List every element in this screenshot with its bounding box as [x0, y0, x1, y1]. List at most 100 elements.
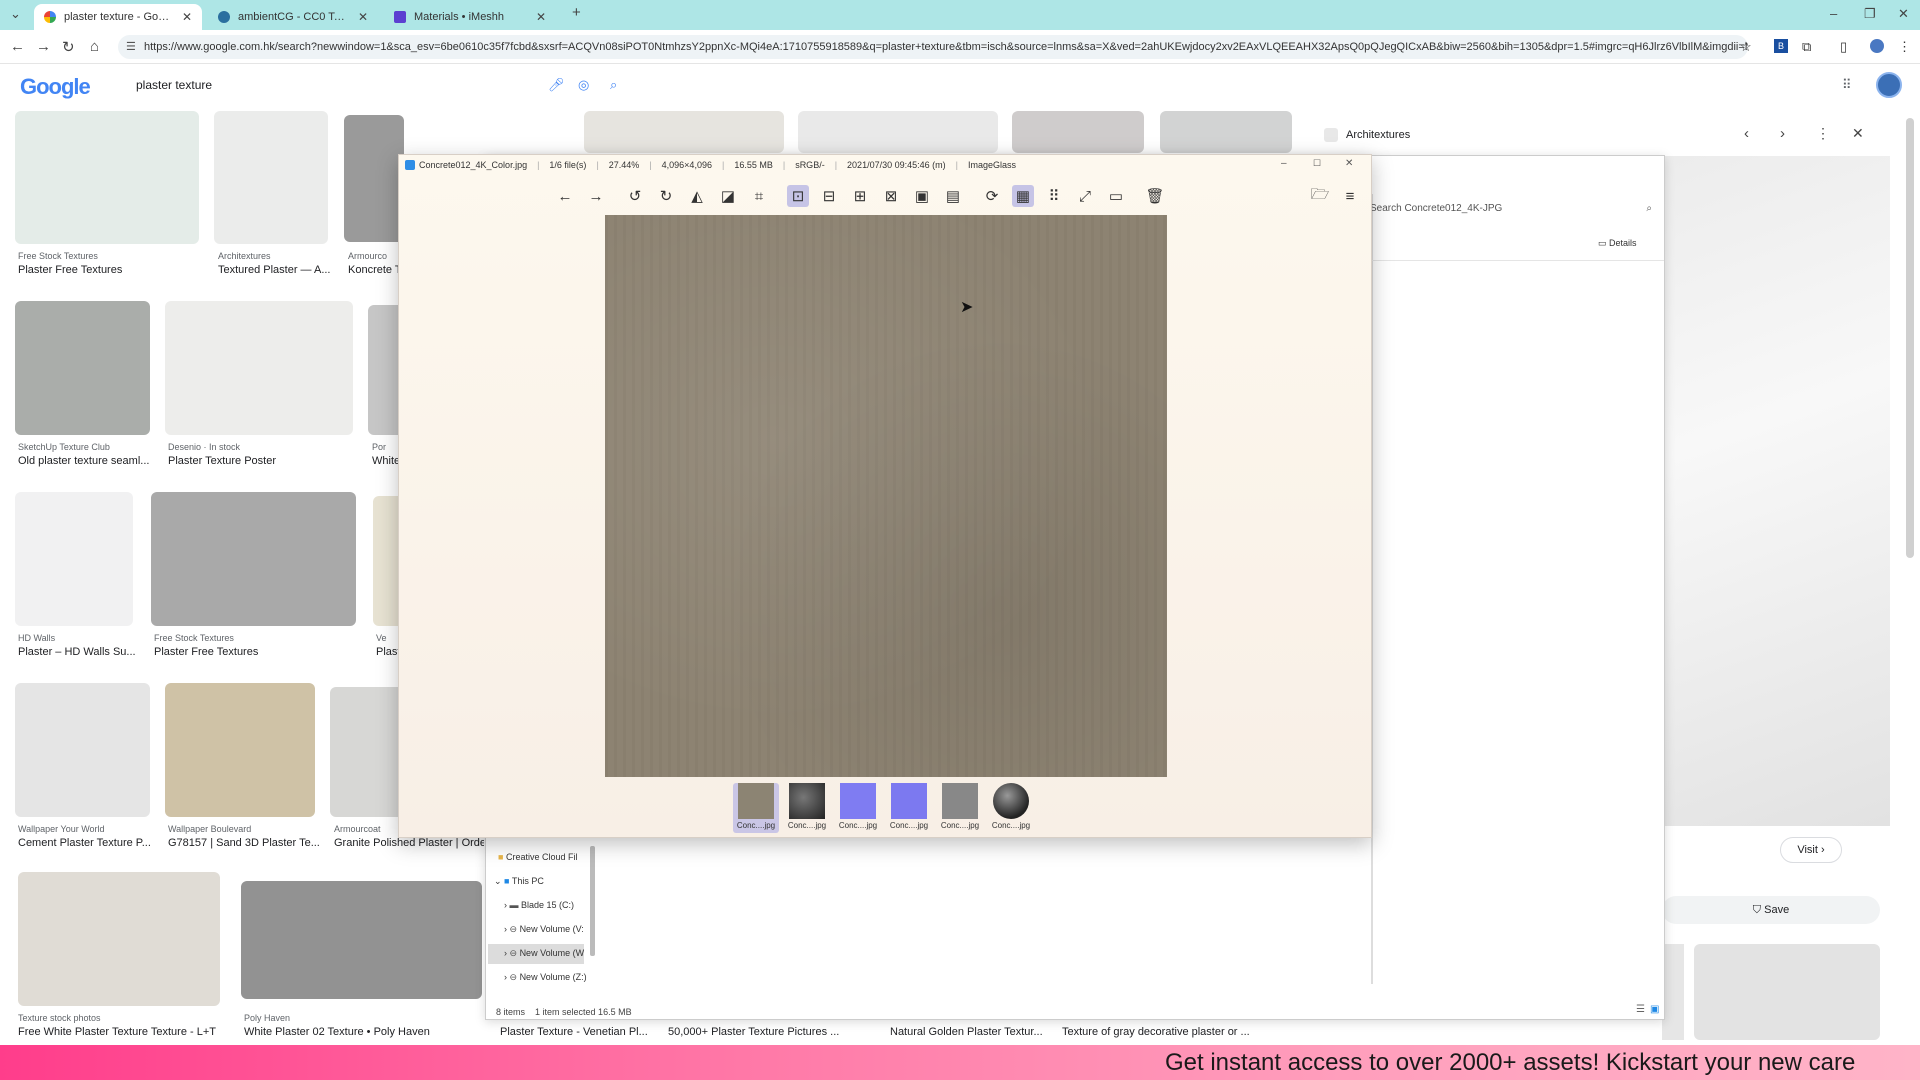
- details-button[interactable]: ▭ Details: [1598, 238, 1637, 249]
- minimize-icon[interactable]: –: [1830, 6, 1837, 21]
- scale-to-fill-icon[interactable]: ▤: [942, 185, 964, 207]
- profile-avatar[interactable]: [1870, 39, 1884, 53]
- auto-zoom-icon[interactable]: ⊡: [787, 185, 809, 207]
- microphone-icon[interactable]: 🎤︎: [548, 77, 565, 93]
- tree-item-drive-v[interactable]: › ⊖ New Volume (V:: [504, 924, 584, 935]
- gallery-thumbnail-1[interactable]: Conc....jpg: [733, 783, 779, 833]
- main-menu-icon[interactable]: ≡: [1339, 185, 1361, 207]
- gallery-thumbnail-6[interactable]: Conc....jpg: [988, 783, 1034, 833]
- result-thumbnail[interactable]: [165, 683, 315, 817]
- back-icon[interactable]: ←: [10, 38, 25, 55]
- refresh-icon[interactable]: ⟳: [981, 185, 1003, 207]
- gallery-thumbnail-4[interactable]: Conc....jpg: [886, 783, 932, 833]
- result-thumbnail[interactable]: [18, 872, 220, 1006]
- tab-google-search[interactable]: plaster texture - Google Search ✕: [34, 4, 202, 30]
- ig-maximize-icon[interactable]: ☐: [1313, 158, 1321, 169]
- next-icon[interactable]: ›: [1780, 125, 1785, 142]
- result-thumbnail[interactable]: [1160, 111, 1292, 153]
- result-title[interactable]: G78157 | Sand 3D Plaster Te...: [168, 837, 328, 849]
- new-tab-button[interactable]: +: [572, 4, 581, 21]
- result-thumbnail[interactable]: [165, 301, 353, 435]
- tree-item-creative-cloud[interactable]: ■ Creative Cloud Fil: [498, 852, 577, 862]
- restore-icon[interactable]: ❐: [1864, 6, 1876, 22]
- scale-width-icon[interactable]: ⊞: [849, 185, 871, 207]
- flip-horizontal-icon[interactable]: ◭: [686, 185, 708, 207]
- result-title[interactable]: Old plaster texture seaml...: [18, 455, 158, 467]
- result-title[interactable]: Texture of gray decorative plaster or ..…: [1062, 1026, 1262, 1038]
- result-title[interactable]: Free White Plaster Texture Texture - L+T: [18, 1026, 238, 1038]
- list-view-icon[interactable]: ☰: [1636, 1004, 1645, 1015]
- gallery-toggle-icon[interactable]: ▦: [1012, 185, 1034, 207]
- scale-to-fit-icon[interactable]: ▣: [911, 185, 933, 207]
- tree-item-this-pc[interactable]: ⌄ ■ This PC: [494, 876, 544, 887]
- result-title[interactable]: Koncrete T: [348, 264, 403, 276]
- result-title[interactable]: White Plaster 02 Texture • Poly Haven: [244, 1026, 484, 1038]
- tab-ambientcg[interactable]: ambientCG - CC0 Textures, HD ✕: [208, 4, 378, 30]
- browser-menu-icon[interactable]: ⋮: [1898, 39, 1911, 55]
- gallery-thumbnail-5[interactable]: Conc....jpg: [937, 783, 983, 833]
- result-thumbnail[interactable]: [15, 683, 150, 817]
- tree-item-drive-z[interactable]: › ⊖ New Volume (Z:): [504, 972, 587, 983]
- result-title[interactable]: Granite Polished Plaster | Order: [334, 837, 484, 849]
- result-title[interactable]: Plaster – HD Walls Su...: [18, 646, 148, 658]
- result-title[interactable]: Plaster Free Textures: [154, 646, 354, 658]
- result-title[interactable]: Natural Golden Plaster Textur...: [890, 1026, 1050, 1038]
- save-button[interactable]: ⛉ Save: [1662, 896, 1880, 924]
- result-title[interactable]: Textured Plaster — A...: [218, 264, 330, 276]
- panel-site-name[interactable]: Architextures: [1346, 129, 1410, 141]
- scale-height-icon[interactable]: ⊠: [880, 185, 902, 207]
- lens-icon[interactable]: ◎: [578, 77, 589, 93]
- address-bar[interactable]: ☰ https://www.google.com.hk/search?newwi…: [118, 35, 1748, 59]
- result-thumbnail[interactable]: [241, 881, 482, 999]
- rotate-left-icon[interactable]: ↺: [624, 185, 646, 207]
- gallery-thumbnail-2[interactable]: Conc....jpg: [784, 783, 830, 833]
- related-thumbnail[interactable]: [1662, 944, 1684, 1040]
- close-tab-icon[interactable]: ✕: [536, 10, 546, 24]
- explorer-search-box[interactable]: Search Concrete012_4K-JPG ⌕: [1364, 196, 1664, 220]
- visit-button[interactable]: Visit ›: [1780, 837, 1842, 863]
- forward-icon[interactable]: →: [36, 38, 51, 55]
- result-title[interactable]: Cement Plaster Texture P...: [18, 837, 158, 849]
- result-thumbnail[interactable]: [330, 687, 404, 817]
- close-tab-icon[interactable]: ✕: [358, 10, 368, 24]
- previous-icon[interactable]: ‹: [1744, 125, 1749, 142]
- concrete-texture-image[interactable]: [605, 215, 1167, 777]
- slideshow-icon[interactable]: ▭: [1105, 185, 1127, 207]
- rotate-right-icon[interactable]: ↻: [655, 185, 677, 207]
- reload-icon[interactable]: ↻: [62, 38, 75, 56]
- tab-search-icon[interactable]: ⌄: [10, 6, 21, 22]
- close-window-icon[interactable]: ✕: [1898, 6, 1909, 22]
- result-thumbnail[interactable]: [798, 111, 998, 153]
- result-thumbnail[interactable]: [15, 301, 150, 435]
- apps-grid-icon[interactable]: ⠿: [1842, 77, 1852, 93]
- result-thumbnail[interactable]: [15, 492, 133, 626]
- result-thumbnail[interactable]: [584, 111, 784, 153]
- google-search-box[interactable]: plaster texture: [124, 69, 644, 101]
- side-panel-icon[interactable]: ▯: [1840, 39, 1847, 55]
- next-image-icon[interactable]: →: [585, 185, 607, 207]
- extension-icon[interactable]: B: [1774, 39, 1788, 53]
- search-icon[interactable]: ⌕: [610, 77, 617, 93]
- result-title[interactable]: Plaster Free Textures: [18, 264, 198, 276]
- ig-minimize-icon[interactable]: –: [1281, 158, 1287, 169]
- site-info-icon[interactable]: ☰: [126, 40, 136, 53]
- google-logo[interactable]: Google: [20, 74, 91, 100]
- result-thumbnail[interactable]: [214, 111, 328, 244]
- tree-item-drive-c[interactable]: › ▬ Blade 15 (C:): [504, 900, 574, 910]
- tree-scrollbar[interactable]: [590, 846, 595, 956]
- open-file-icon[interactable]: 🗁︎: [1309, 185, 1331, 207]
- more-options-icon[interactable]: ⋮: [1816, 125, 1830, 142]
- extensions-puzzle-icon[interactable]: ⧉: [1802, 39, 1811, 55]
- tree-item-drive-w[interactable]: › ⊖ New Volume (W: [504, 948, 584, 959]
- related-thumbnail[interactable]: [1694, 944, 1880, 1040]
- result-title[interactable]: Plaster Texture Poster: [168, 455, 348, 467]
- result-thumbnail[interactable]: [15, 111, 199, 244]
- close-panel-icon[interactable]: ✕: [1852, 125, 1864, 142]
- close-tab-icon[interactable]: ✕: [182, 10, 192, 24]
- tiles-view-icon[interactable]: ▣: [1650, 1004, 1659, 1015]
- preview-image[interactable]: [1662, 156, 1890, 826]
- gallery-thumbnail-3[interactable]: Conc....jpg: [835, 783, 881, 833]
- result-title[interactable]: Plaster Texture - Venetian Pl...: [500, 1026, 650, 1038]
- bookmark-star-icon[interactable]: ☆: [1740, 39, 1752, 55]
- account-avatar[interactable]: [1876, 72, 1902, 98]
